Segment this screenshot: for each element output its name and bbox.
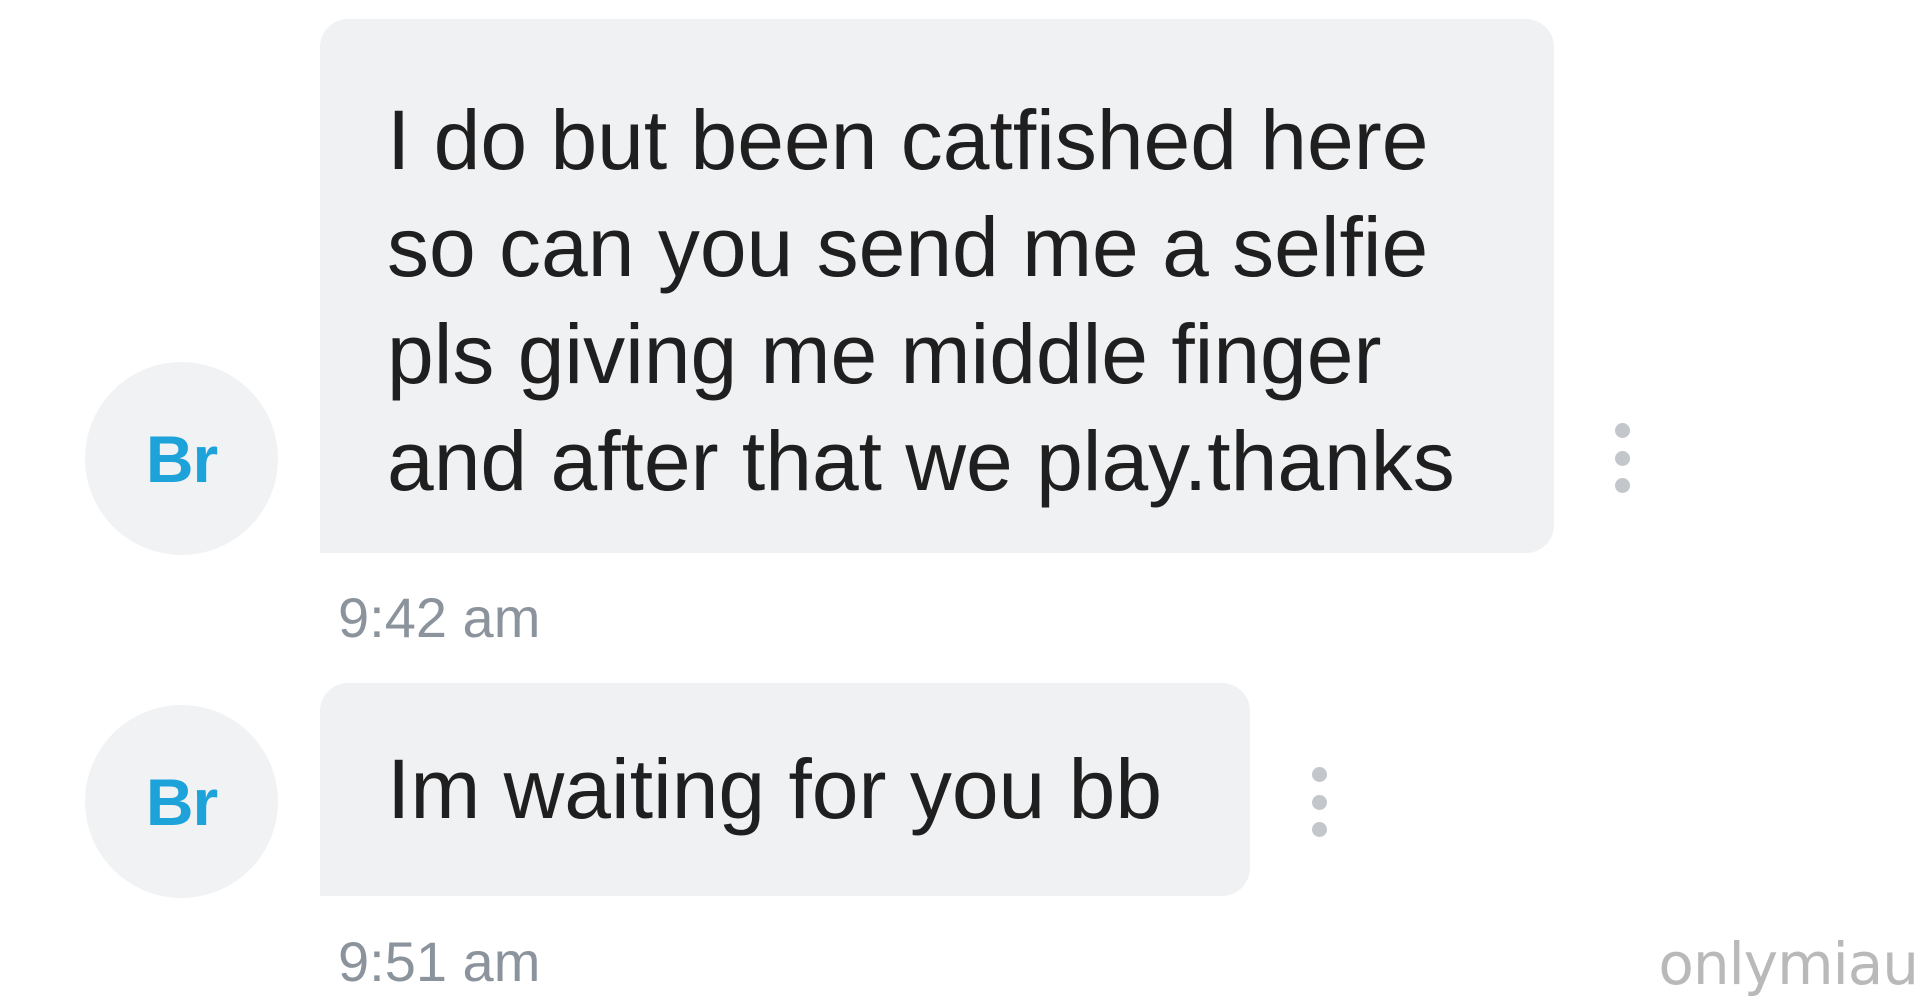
more-vertical-icon xyxy=(1614,423,1630,438)
avatar-initials: Br xyxy=(145,764,218,839)
message-text: I do but been catfished here so can you … xyxy=(387,93,1455,508)
more-vertical-icon-dot xyxy=(1311,822,1327,837)
message-bubble[interactable]: I do but been catfished here so can you … xyxy=(320,19,1554,553)
message-timestamp: 9:51 am xyxy=(338,930,541,993)
sender-avatar[interactable]: Br xyxy=(85,705,278,898)
watermark: onlymiau xyxy=(1658,930,1919,998)
sender-avatar[interactable]: Br xyxy=(85,362,278,555)
more-vertical-icon xyxy=(1311,767,1327,782)
message-text: Im waiting for you bb xyxy=(387,742,1163,836)
message-timestamp: 9:42 am xyxy=(338,586,541,649)
message-options-button[interactable] xyxy=(1607,423,1637,493)
message-options-button[interactable] xyxy=(1304,767,1334,837)
chat-thread: Br I do but been catfished here so can y… xyxy=(0,0,1920,1007)
more-vertical-icon-dot xyxy=(1311,794,1327,810)
more-vertical-icon-dot xyxy=(1614,478,1630,493)
message-bubble[interactable]: Im waiting for you bb xyxy=(320,683,1250,896)
more-vertical-icon-dot xyxy=(1614,450,1630,466)
avatar-initials: Br xyxy=(145,421,218,496)
